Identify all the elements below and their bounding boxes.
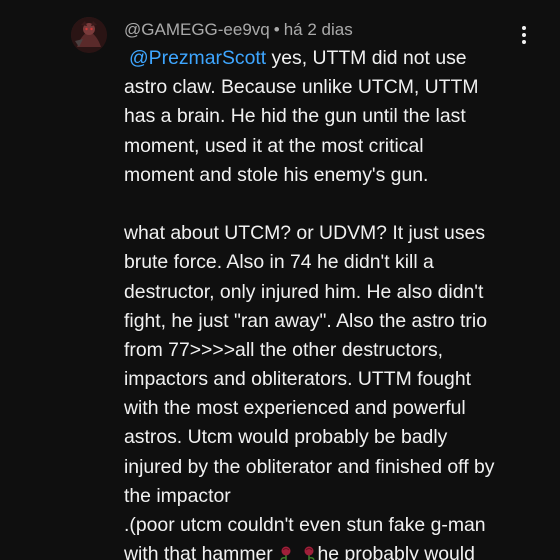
comment-line: astro claw. Because unlike UTCM, UTTM [124, 76, 479, 99]
comment-timestamp[interactable]: há 2 dias [284, 20, 353, 40]
comment-text: yes, UTTM did not use [266, 47, 467, 69]
comment-body: @PrezmarScott yes, UTTM did not use astr… [124, 44, 534, 560]
comment-line: has a brain. He hid the gun until the la… [124, 105, 466, 128]
wilted-rose-emoji-icon [280, 546, 291, 560]
comment-line: with that hammer he probably would [124, 540, 534, 560]
comment-text: he probably would [317, 543, 475, 560]
comment-line: moment, used it at the most critical [124, 134, 424, 157]
comment-line: brute force. Also in 74 he didn't kill a [124, 251, 434, 274]
comment-line: fight, he just "ran away". Also the astr… [124, 309, 487, 332]
comment-line: destructor, only injured him. He also di… [124, 280, 484, 303]
comment-line: moment and stole his enemy's gun. [124, 163, 429, 186]
comment-header: @GAMEGG-ee9vq • há 2 dias [124, 19, 353, 41]
avatar-image [71, 17, 107, 53]
user-avatar[interactable] [71, 17, 107, 53]
comment-line: astros. Utcm would probably be badly [124, 426, 448, 449]
meta-separator: • [273, 20, 280, 39]
wilted-rose-emoji-icon [304, 546, 315, 560]
author-name[interactable]: @GAMEGG-ee9vq [124, 20, 270, 40]
mention-link[interactable]: @PrezmarScott [124, 47, 266, 69]
comment-line: impactors and obliterators. UTTM fought [124, 368, 472, 391]
comment-line: what about UTCM? or UDVM? It just uses [124, 222, 486, 245]
comment-line: injured by the obliterator and finished … [124, 455, 495, 478]
comment-line: @PrezmarScott yes, UTTM did not use [124, 44, 534, 73]
comment-line: from 77>>>>all the other destructors, [124, 338, 444, 361]
comment-line: .(poor utcm couldn't even stun fake g-ma… [124, 514, 486, 536]
comment-thread-item: @GAMEGG-ee9vq • há 2 dias @PrezmarScott … [0, 0, 560, 560]
more-vert-glyph [522, 26, 526, 44]
comment-text: with that hammer [124, 543, 273, 560]
comment-line: the impactor [124, 484, 231, 507]
comment-line: with the most experienced and powerful [124, 397, 466, 420]
